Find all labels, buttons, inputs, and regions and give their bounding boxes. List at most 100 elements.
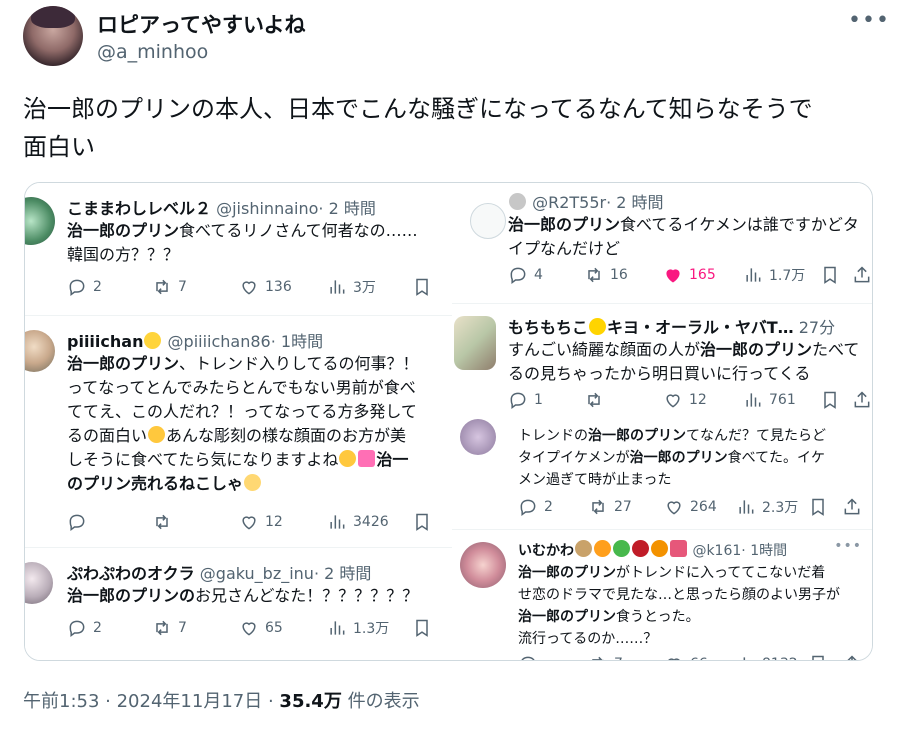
bookmark-button[interactable] bbox=[808, 497, 828, 517]
action-bar: 12 3426 bbox=[67, 512, 447, 536]
action-bar: 2 27 264 2.3万 bbox=[518, 497, 868, 521]
author-name[interactable]: ロピアってやすいよね bbox=[97, 9, 306, 39]
card-header: piiiichan @piiiichan86· 1時間 bbox=[67, 328, 323, 352]
reply-button[interactable]: 2 bbox=[67, 618, 102, 638]
user-name[interactable]: ぷわぷわのオクラ bbox=[67, 564, 195, 583]
reply-card[interactable]: ぷわぷわのオクラ @gaku_bz_inu· 2 時間 治一郎のプリンのお兄さん… bbox=[25, 547, 452, 660]
user-handle[interactable]: @piiiichan86 bbox=[168, 332, 271, 351]
laughing-emoji-icon bbox=[148, 426, 166, 443]
reply-button[interactable]: 1 bbox=[508, 390, 543, 410]
like-button[interactable]: 264 bbox=[664, 497, 717, 517]
user-name[interactable]: もちもちこ bbox=[508, 318, 588, 337]
reply-button[interactable]: 2 bbox=[518, 497, 553, 517]
user-handle[interactable]: @k161 bbox=[692, 543, 741, 559]
heart-icon bbox=[666, 394, 680, 408]
repost-button[interactable]: 7 bbox=[152, 277, 187, 297]
views-icon bbox=[330, 515, 345, 529]
bookmark-button[interactable] bbox=[808, 654, 828, 660]
more-options-icon[interactable]: ••• bbox=[848, 8, 890, 33]
like-button[interactable]: 12 bbox=[239, 512, 283, 532]
user-handle[interactable]: @gaku_bz_inu bbox=[200, 564, 314, 583]
bookmark-button[interactable] bbox=[412, 512, 432, 532]
reply-button[interactable] bbox=[518, 654, 544, 660]
views-icon bbox=[743, 657, 746, 660]
heart-icon bbox=[242, 281, 256, 295]
bookmark-button[interactable] bbox=[820, 390, 840, 410]
views-button[interactable]: 3万 bbox=[327, 277, 376, 297]
views-button[interactable]: 761 bbox=[743, 390, 796, 410]
share-button[interactable] bbox=[852, 390, 872, 410]
like-button[interactable]: 136 bbox=[239, 277, 292, 297]
share-icon bbox=[847, 655, 857, 660]
repost-button[interactable] bbox=[152, 512, 178, 532]
more-options-icon[interactable]: ••• bbox=[834, 538, 862, 554]
share-button[interactable] bbox=[842, 497, 862, 517]
bookmark-button[interactable] bbox=[820, 265, 840, 285]
bookmark-button[interactable] bbox=[412, 277, 432, 297]
tweet-text-line: 治一郎のプリンの本人、日本でこんな騒ぎになってるなんて知らなそうで bbox=[23, 95, 813, 123]
share-icon bbox=[854, 266, 870, 283]
repost-button[interactable]: 27 bbox=[588, 497, 632, 517]
avatar[interactable] bbox=[470, 203, 506, 239]
user-name[interactable]: piiiichan bbox=[67, 332, 143, 351]
bold-keyword: 治一郎のプリン bbox=[67, 221, 180, 240]
views-button[interactable]: 1.3万 bbox=[327, 618, 389, 638]
reply-card[interactable]: いむかわ @k161· 1時間 ••• 治一郎のプリンがトレンドに入っててこない… bbox=[452, 529, 872, 660]
reply-card[interactable]: もちもちこ キヨ・オーラル・ヤバT… 27分 すんごい綺麗な顔面の人が治一郎のプリ… bbox=[452, 303, 872, 413]
repost-button[interactable]: 7 bbox=[152, 618, 187, 638]
avatar[interactable] bbox=[25, 562, 53, 604]
share-button[interactable] bbox=[842, 654, 862, 660]
reply-card[interactable]: @R2T55r· 2 時間 治一郎のプリン食べてるイケメンは誰ですかどタ イプな… bbox=[452, 183, 872, 301]
author-avatar[interactable] bbox=[23, 6, 83, 66]
user-name[interactable]: キヨ・オーラル・ヤバT… bbox=[607, 318, 794, 337]
repost-button[interactable]: 16 bbox=[584, 265, 628, 285]
reply-card[interactable]: トレンドの治一郎のプリンてなんだ？て見たらど タイプイケメンが治一郎のプリン食べ… bbox=[452, 415, 872, 527]
reply-card[interactable]: piiiichan @piiiichan86· 1時間 治一郎のプリン、トレンド… bbox=[25, 315, 452, 545]
llama-emoji-icon bbox=[575, 540, 592, 557]
bookmark-button[interactable] bbox=[412, 618, 432, 638]
repost-icon bbox=[592, 499, 604, 515]
views-button[interactable]: 2.3万 bbox=[736, 497, 798, 517]
view-count-label: 件の表示 bbox=[347, 691, 420, 712]
avatar[interactable] bbox=[460, 419, 496, 455]
user-name[interactable]: いむかわ bbox=[518, 543, 574, 559]
share-button[interactable] bbox=[852, 265, 872, 285]
bookmark-icon bbox=[824, 391, 836, 409]
reply-button[interactable] bbox=[67, 512, 93, 532]
embedded-image-grid[interactable]: こままわしレベル２ @jishinnaino· 2 時間 治一郎のプリン食べてる… bbox=[24, 182, 873, 661]
avatar[interactable] bbox=[460, 542, 506, 588]
author-handle[interactable]: @a_minhoo bbox=[97, 41, 208, 63]
views-button[interactable]: 8132 bbox=[736, 654, 798, 660]
reply-button[interactable]: 4 bbox=[508, 265, 543, 285]
avatar[interactable] bbox=[25, 330, 55, 372]
user-name[interactable]: こままわしレベル２ bbox=[67, 199, 211, 218]
tweet-text-line: 面白い bbox=[23, 133, 95, 161]
reply-button[interactable]: 2 bbox=[67, 277, 102, 297]
post-time[interactable]: 午前1:53 bbox=[23, 691, 99, 712]
reply-icon bbox=[510, 392, 526, 409]
user-handle[interactable]: @R2T55r bbox=[532, 193, 606, 212]
views-button[interactable]: 1.7万 bbox=[743, 265, 805, 285]
avatar[interactable] bbox=[454, 316, 496, 370]
user-handle[interactable]: @jishinnaino bbox=[216, 199, 318, 218]
repost-button[interactable] bbox=[584, 390, 610, 410]
tweet-footer: 午前1:53 · 2024年11月17日 · 35.4万 件の表示 bbox=[23, 691, 420, 712]
like-button[interactable]: 65 bbox=[239, 618, 283, 638]
reply-icon bbox=[69, 514, 85, 531]
rose-emoji-icon bbox=[632, 540, 649, 557]
like-button[interactable]: 12 bbox=[663, 390, 707, 410]
avatar[interactable] bbox=[25, 197, 55, 245]
like-button[interactable]: 66 bbox=[664, 654, 708, 660]
reply-card[interactable]: こままわしレベル２ @jishinnaino· 2 時間 治一郎のプリン食べてる… bbox=[25, 183, 452, 313]
views-button[interactable]: 3426 bbox=[327, 512, 389, 532]
repost-button[interactable]: 7 bbox=[588, 654, 623, 660]
action-bar: 7 66 8132 bbox=[518, 654, 868, 660]
text-line: 韓国の方？？？ bbox=[67, 245, 180, 264]
repost-icon bbox=[592, 656, 604, 660]
post-date[interactable]: 2024年11月17日 bbox=[117, 691, 263, 712]
card-header: こままわしレベル２ @jishinnaino· 2 時間 bbox=[67, 195, 376, 219]
timestamp: 27分 bbox=[798, 318, 836, 337]
like-button[interactable]: 165 bbox=[663, 265, 716, 285]
repost-icon bbox=[156, 620, 168, 636]
orange-heart-emoji-icon bbox=[594, 540, 611, 557]
